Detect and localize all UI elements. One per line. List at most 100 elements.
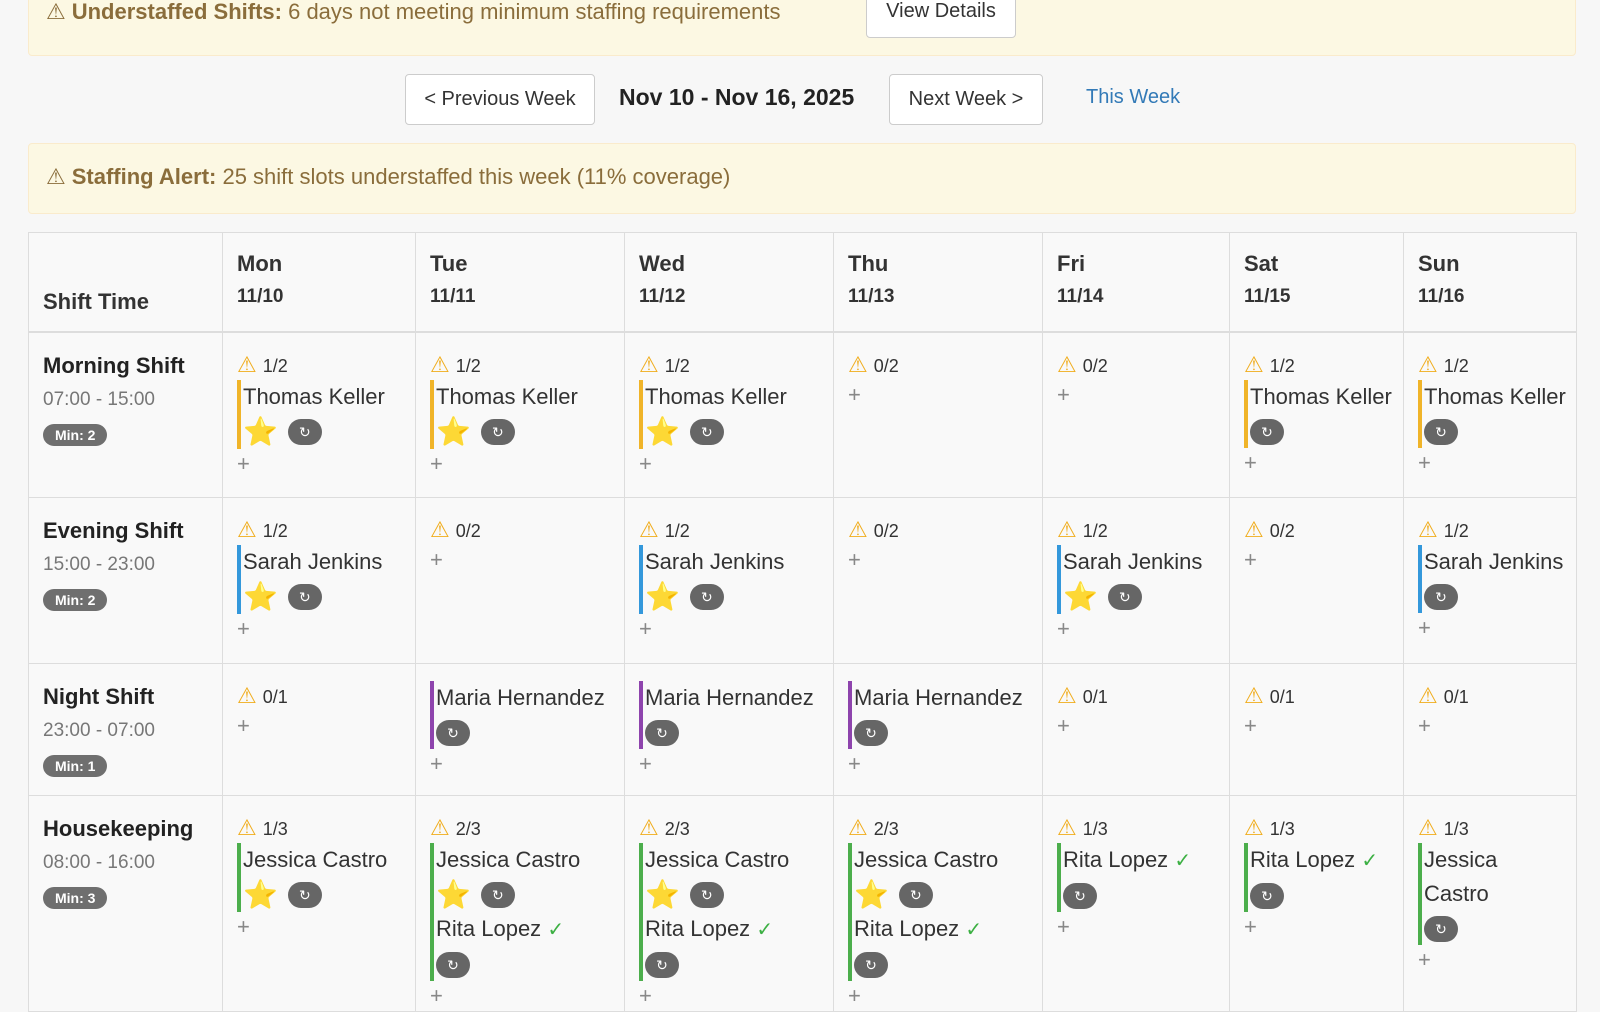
schedule-cell[interactable]: ⚠ 0/2 +	[833, 331, 1043, 498]
schedule-cell[interactable]: ⚠ 0/1 +	[1403, 663, 1577, 796]
assigned-employee[interactable]: Jessica Castro ⭐ ↻	[237, 843, 405, 913]
schedule-cell[interactable]: ⚠ 1/2 Thomas Keller ⭐ ↻ +	[222, 331, 416, 498]
swap-button[interactable]: ↻	[436, 720, 470, 747]
assigned-employee[interactable]: Thomas Keller ⭐ ↻	[430, 379, 614, 449]
assigned-employee[interactable]: Maria Hernandez ↻	[430, 681, 614, 749]
swap-button[interactable]: ↻	[480, 882, 515, 909]
schedule-cell[interactable]: ⚠ 1/2 Sarah Jenkins ⭐ ↻ +	[1042, 497, 1230, 664]
add-employee-button[interactable]: +	[1418, 448, 1431, 478]
assigned-employee[interactable]: Rita Lopez ✓ ↻	[430, 912, 614, 982]
schedule-cell[interactable]: Maria Hernandez ↻ +	[624, 663, 834, 796]
swap-button[interactable]: ↻	[1107, 584, 1142, 611]
assigned-employee[interactable]: Thomas Keller ⭐ ↻	[237, 379, 405, 449]
add-employee-button[interactable]: +	[1244, 448, 1257, 478]
schedule-cell[interactable]: ⚠ 1/3 Jessica Castro ⭐ ↻ +	[222, 794, 416, 1012]
assigned-employee[interactable]: Jessica Castro ⭐ ↻	[639, 843, 823, 913]
assigned-employee[interactable]: Jessica Castro ⭐ ↻	[430, 843, 614, 913]
assigned-employee[interactable]: Jessica Castro ⭐ ↻	[848, 843, 1032, 913]
schedule-cell[interactable]: Maria Hernandez ↻ +	[415, 663, 625, 796]
add-employee-button[interactable]: +	[848, 545, 861, 575]
swap-button[interactable]: ↻	[287, 882, 322, 909]
view-details-button[interactable]: View Details	[866, 0, 1016, 38]
swap-button[interactable]: ↻	[480, 418, 515, 445]
assigned-employee[interactable]: Thomas Keller ⭐ ↻	[639, 379, 823, 449]
add-employee-button[interactable]: +	[430, 545, 443, 575]
add-employee-button[interactable]: +	[639, 614, 652, 644]
schedule-cell[interactable]: ⚠ 0/2 +	[833, 497, 1043, 664]
add-employee-button[interactable]: +	[1244, 711, 1257, 741]
schedule-cell[interactable]: Maria Hernandez ↻ +	[833, 663, 1043, 796]
swap-button[interactable]: ↻	[1424, 916, 1458, 943]
schedule-cell[interactable]: ⚠ 1/2 Sarah Jenkins ⭐ ↻ +	[222, 497, 416, 664]
assigned-employee[interactable]: Sarah Jenkins ↻	[1418, 545, 1566, 613]
swap-button[interactable]: ↻	[645, 952, 679, 979]
assigned-employee[interactable]: Rita Lopez ✓ ↻	[848, 912, 1032, 982]
schedule-cell[interactable]: ⚠ 0/1 +	[222, 663, 416, 796]
swap-button[interactable]: ↻	[1250, 418, 1284, 445]
assigned-employee[interactable]: Thomas Keller ↻	[1244, 379, 1393, 448]
swap-button[interactable]: ↻	[689, 882, 724, 909]
schedule-cell[interactable]: ⚠ 1/3 Rita Lopez ✓ ↻ +	[1042, 794, 1230, 1012]
assigned-employee[interactable]: Maria Hernandez ↻	[639, 681, 823, 749]
add-employee-button[interactable]: +	[237, 912, 250, 942]
assigned-employee[interactable]: Rita Lopez ✓ ↻	[639, 912, 823, 982]
assigned-employee[interactable]: Maria Hernandez ↻	[848, 681, 1032, 749]
schedule-cell[interactable]: ⚠ 2/3 Jessica Castro ⭐ ↻ Rita Lopez ✓ ↻ +	[415, 794, 625, 1012]
schedule-cell[interactable]: ⚠ 2/3 Jessica Castro ⭐ ↻ Rita Lopez ✓ ↻ +	[833, 794, 1043, 1012]
schedule-cell[interactable]: ⚠ 2/3 Jessica Castro ⭐ ↻ Rita Lopez ✓ ↻ +	[624, 794, 834, 1012]
add-employee-button[interactable]: +	[1057, 912, 1070, 942]
add-employee-button[interactable]: +	[1418, 945, 1431, 975]
add-employee-button[interactable]: +	[1418, 613, 1431, 643]
swap-button[interactable]: ↻	[287, 418, 322, 445]
add-employee-button[interactable]: +	[848, 380, 861, 410]
assigned-employee[interactable]: Sarah Jenkins ⭐ ↻	[1057, 545, 1219, 615]
schedule-cell[interactable]: ⚠ 0/1 +	[1042, 663, 1230, 796]
add-employee-button[interactable]: +	[430, 749, 443, 779]
assigned-employee[interactable]: Thomas Keller ↻	[1418, 379, 1566, 448]
swap-button[interactable]: ↻	[1424, 418, 1458, 445]
swap-button[interactable]: ↻	[1250, 883, 1284, 910]
add-employee-button[interactable]: +	[848, 749, 861, 779]
add-employee-button[interactable]: +	[1057, 614, 1070, 644]
add-employee-button[interactable]: +	[639, 749, 652, 779]
add-employee-button[interactable]: +	[237, 711, 250, 741]
schedule-cell[interactable]: ⚠ 1/2 Sarah Jenkins ⭐ ↻ +	[624, 497, 834, 664]
swap-button[interactable]: ↻	[854, 720, 888, 747]
schedule-cell[interactable]: ⚠ 1/2 Thomas Keller ↻ +	[1403, 331, 1577, 498]
schedule-cell[interactable]: ⚠ 0/2 +	[415, 497, 625, 664]
schedule-cell[interactable]: ⚠ 1/3 Rita Lopez ✓ ↻ +	[1229, 794, 1404, 1012]
swap-button[interactable]: ↻	[436, 952, 470, 979]
this-week-link[interactable]: This Week	[1086, 86, 1180, 109]
schedule-cell[interactable]: ⚠ 1/2 Thomas Keller ↻ +	[1229, 331, 1404, 498]
add-employee-button[interactable]: +	[1244, 545, 1257, 575]
add-employee-button[interactable]: +	[639, 449, 652, 479]
previous-week-button[interactable]: < Previous Week	[405, 74, 595, 125]
assigned-employee[interactable]: Rita Lopez ✓ ↻	[1244, 843, 1393, 912]
next-week-button[interactable]: Next Week >	[889, 74, 1043, 125]
swap-button[interactable]: ↻	[1063, 883, 1097, 910]
add-employee-button[interactable]: +	[237, 614, 250, 644]
add-employee-button[interactable]: +	[848, 981, 861, 1011]
schedule-cell[interactable]: ⚠ 0/1 +	[1229, 663, 1404, 796]
add-employee-button[interactable]: +	[237, 449, 250, 479]
add-employee-button[interactable]: +	[430, 981, 443, 1011]
add-employee-button[interactable]: +	[1057, 380, 1070, 410]
swap-button[interactable]: ↻	[645, 720, 679, 747]
schedule-cell[interactable]: ⚠ 1/2 Thomas Keller ⭐ ↻ +	[415, 331, 625, 498]
swap-button[interactable]: ↻	[854, 952, 888, 979]
add-employee-button[interactable]: +	[1057, 711, 1070, 741]
swap-button[interactable]: ↻	[898, 882, 933, 909]
assigned-employee[interactable]: Sarah Jenkins ⭐ ↻	[639, 545, 823, 615]
add-employee-button[interactable]: +	[1244, 912, 1257, 942]
add-employee-button[interactable]: +	[639, 981, 652, 1011]
schedule-cell[interactable]: ⚠ 0/2 +	[1042, 331, 1230, 498]
assigned-employee[interactable]: Rita Lopez ✓ ↻	[1057, 843, 1219, 912]
schedule-cell[interactable]: ⚠ 1/3 Jessica Castro ↻ +	[1403, 794, 1577, 1012]
schedule-cell[interactable]: ⚠ 1/2 Thomas Keller ⭐ ↻ +	[624, 331, 834, 498]
assigned-employee[interactable]: Sarah Jenkins ⭐ ↻	[237, 545, 405, 615]
add-employee-button[interactable]: +	[1418, 711, 1431, 741]
add-employee-button[interactable]: +	[430, 449, 443, 479]
schedule-cell[interactable]: ⚠ 0/2 +	[1229, 497, 1404, 664]
assigned-employee[interactable]: Jessica Castro ↻	[1418, 843, 1566, 945]
swap-button[interactable]: ↻	[689, 418, 724, 445]
